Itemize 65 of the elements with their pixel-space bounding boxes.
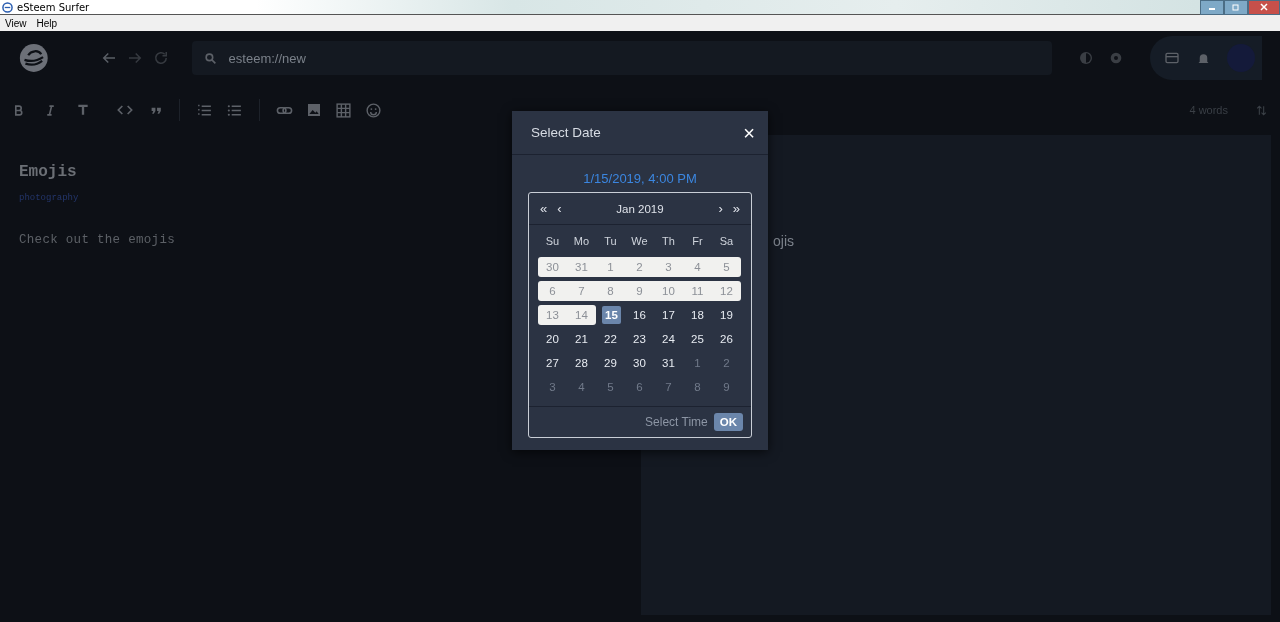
calendar-day[interactable]: 2 [712, 353, 741, 373]
next-year-button[interactable]: » [729, 201, 743, 216]
weekday-label: Su [544, 235, 561, 247]
calendar-day[interactable]: 6 [625, 377, 654, 397]
calendar-day[interactable]: 20 [538, 329, 567, 349]
restore-button[interactable] [1224, 0, 1248, 15]
calendar-day[interactable]: 23 [625, 329, 654, 349]
close-button[interactable] [1248, 0, 1280, 15]
previous-year-button[interactable]: « [537, 201, 551, 216]
calendar-day[interactable]: 19 [712, 305, 741, 325]
weekday-label: We [630, 235, 649, 247]
smiley-icon[interactable] [365, 101, 382, 119]
calendar-day[interactable]: 16 [625, 305, 654, 325]
calendar-day[interactable]: 31 [654, 353, 683, 373]
menu-item[interactable]: View [0, 17, 32, 29]
close-button[interactable]: × [743, 122, 755, 143]
calendar-day[interactable]: 24 [654, 329, 683, 349]
calendar-day[interactable]: 7 [654, 377, 683, 397]
calendar-day[interactable]: 17 [654, 305, 683, 325]
weekday-label: Mo [572, 235, 591, 247]
italic-icon[interactable] [44, 103, 57, 117]
calendar-day[interactable]: 21 [567, 329, 596, 349]
close-icon [1260, 3, 1268, 11]
weekday-label: Fr [691, 235, 704, 247]
selected-date-value: 1/15/2019, 4:00 PM [582, 171, 698, 186]
calendar-day[interactable]: 29 [596, 353, 625, 373]
bold-icon[interactable] [12, 103, 25, 117]
window-title: eSteem Surfer [17, 1, 90, 13]
menu-item[interactable]: Help [31, 17, 63, 29]
app-icon [2, 1, 13, 13]
table-icon[interactable] [335, 101, 352, 119]
calendar-day[interactable]: 28 [567, 353, 596, 373]
next-month-button[interactable]: › [715, 201, 726, 216]
image-icon[interactable] [306, 102, 322, 118]
search-icon [203, 52, 217, 65]
address-field[interactable]: esteem://new [191, 41, 1052, 75]
sort-arrows-icon[interactable] [1255, 103, 1268, 117]
select-time-button[interactable]: Select Time [645, 415, 708, 429]
calendar-day[interactable]: 3 [538, 377, 567, 397]
preview-text: ojis [773, 233, 794, 249]
calendar-day[interactable]: 18 [683, 305, 712, 325]
calendar-day[interactable]: 30 [625, 353, 654, 373]
text-icon[interactable] [76, 103, 90, 117]
calendar-day[interactable]: 26 [712, 329, 741, 349]
calendar-day[interactable]: 15 [602, 306, 621, 324]
restore-icon [1232, 3, 1240, 11]
logo-icon[interactable] [18, 41, 50, 75]
weekday-label: Th [661, 235, 676, 247]
weekday-label: Sa [718, 235, 735, 247]
previous-month-button[interactable]: ‹ [554, 201, 565, 216]
minimize-button[interactable] [1200, 0, 1224, 15]
calendar-day[interactable]: 5 [596, 377, 625, 397]
calendar-day[interactable]: 9 [712, 377, 741, 397]
calendar-day[interactable]: 27 [538, 353, 567, 373]
calendar-day[interactable]: 25 [683, 329, 712, 349]
calendar-day[interactable]: 22 [596, 329, 625, 349]
month-label: Jan 2019 [615, 202, 665, 215]
calendar-day[interactable]: 1 [683, 353, 712, 373]
wallet-icon[interactable] [1163, 50, 1180, 66]
weekday-label: Tu [603, 235, 618, 247]
dialog-title: Select Date [531, 125, 601, 140]
brightness-icon[interactable] [1077, 50, 1094, 66]
ok-button[interactable]: OK [713, 413, 743, 431]
calendar-day[interactable]: 8 [683, 377, 712, 397]
calendar-day[interactable]: 4 [567, 377, 596, 397]
